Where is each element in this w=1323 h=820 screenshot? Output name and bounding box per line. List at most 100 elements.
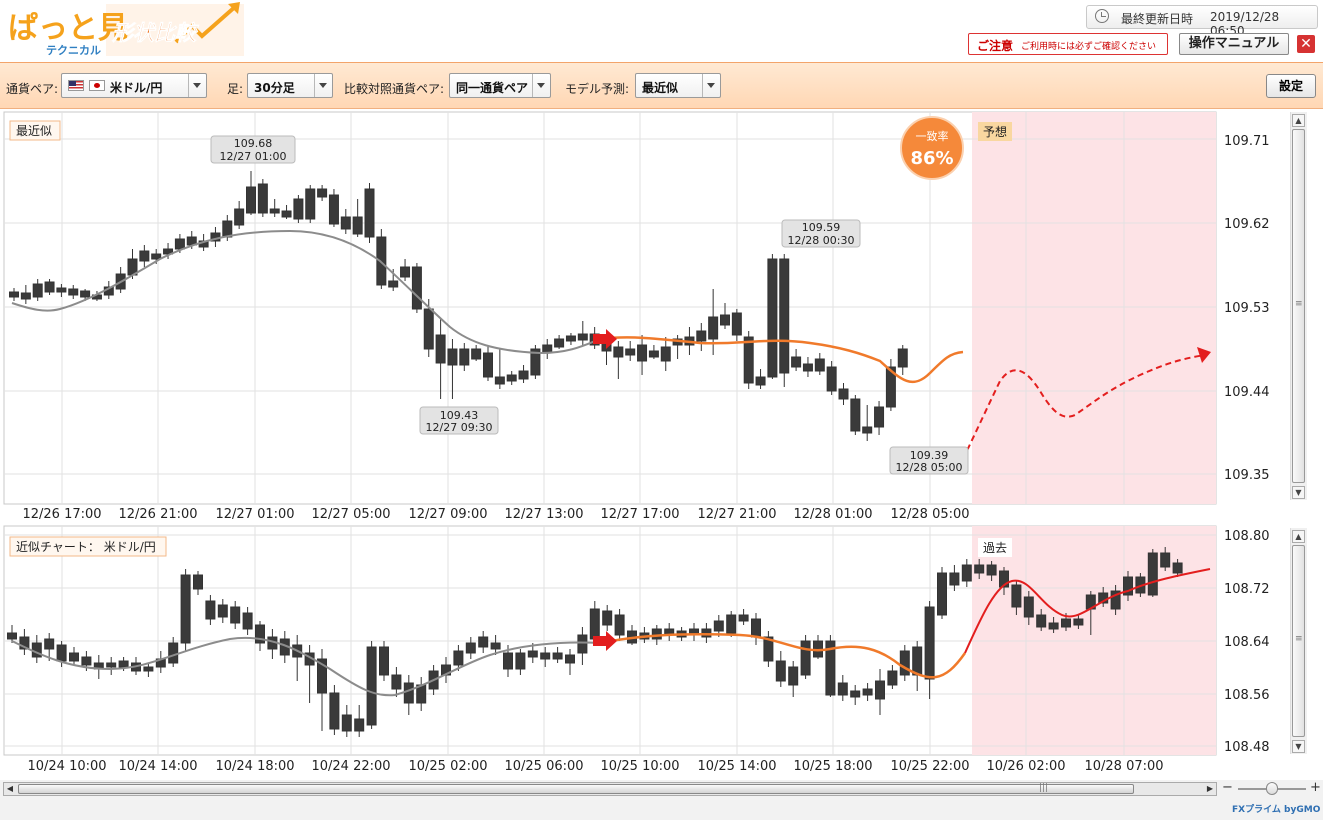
- top-vertical-scrollbar[interactable]: ▲ ▼: [1290, 112, 1307, 500]
- y-tick-label: 108.80: [1224, 529, 1270, 544]
- pair-value: 米ドル/円: [110, 81, 163, 95]
- candle-body: [791, 356, 802, 368]
- candle-body: [118, 660, 129, 668]
- zoom-slider[interactable]: − +: [1222, 780, 1322, 796]
- grip-icon: |||: [1039, 783, 1049, 793]
- forecast-tag: 予想: [978, 122, 1012, 141]
- x-tick-label: 12/27 05:00: [311, 507, 390, 522]
- candle-body: [912, 646, 923, 676]
- timeframe-label: 足:: [227, 82, 244, 96]
- candle-body: [1036, 614, 1047, 628]
- candle-body: [924, 606, 935, 680]
- candle-body: [139, 250, 150, 262]
- candle-body: [257, 183, 268, 214]
- candle-body: [589, 608, 600, 640]
- candle-body: [961, 564, 972, 582]
- candle-body: [708, 316, 719, 340]
- x-tick-label: 12/27 17:00: [600, 507, 679, 522]
- candle-body: [453, 650, 464, 666]
- scroll-thumb[interactable]: [1292, 129, 1305, 483]
- candle-body: [701, 628, 712, 638]
- candle-body: [552, 652, 563, 660]
- candle-body: [217, 604, 228, 618]
- candle-body: [423, 308, 434, 350]
- logo-feature-text: 形状比較: [111, 21, 200, 45]
- bottom-bar: ◀ ||| ▶ − + FXプライム byGMO: [0, 780, 1323, 820]
- scroll-right-icon[interactable]: ▶: [1204, 783, 1216, 795]
- scroll-down-icon[interactable]: ▼: [1292, 486, 1305, 499]
- x-tick-label: 10/25 14:00: [697, 759, 776, 774]
- x-tick-label: 12/26 21:00: [118, 507, 197, 522]
- horizontal-scrollbar[interactable]: ◀ ||| ▶: [3, 782, 1217, 796]
- close-icon[interactable]: ✕: [1297, 35, 1315, 53]
- y-tick-label: 108.72: [1224, 582, 1270, 597]
- candle-body: [874, 406, 885, 428]
- candle-body: [81, 656, 92, 666]
- candle-body: [602, 610, 613, 626]
- candle-body: [887, 670, 898, 686]
- candle-body: [1011, 584, 1022, 608]
- candle-body: [9, 291, 19, 298]
- approx-tag-label: 最近似: [16, 124, 52, 138]
- model-select[interactable]: 最近似: [635, 73, 721, 98]
- candle-body: [637, 344, 648, 362]
- zoom-in-icon[interactable]: +: [1310, 780, 1321, 795]
- candle-body: [713, 620, 724, 632]
- candle-body: [838, 388, 849, 400]
- candle-body: [80, 290, 91, 298]
- bottom-vertical-scrollbar[interactable]: ▲ ▼: [1290, 528, 1307, 754]
- zoom-out-icon[interactable]: −: [1222, 780, 1233, 795]
- pair-select[interactable]: 米ドル/円: [61, 73, 207, 98]
- brand-logo: FXプライム byGMO: [1232, 805, 1321, 815]
- model-value: 最近似: [642, 81, 679, 95]
- scroll-down-icon[interactable]: ▼: [1292, 740, 1305, 753]
- candle-body: [44, 281, 55, 293]
- compare-value: 同一通貨ペア: [456, 81, 529, 95]
- y-tick-label: 109.44: [1224, 385, 1270, 400]
- callout-time: 12/27 09:30: [426, 421, 493, 434]
- x-tick-label: 12/28 05:00: [890, 507, 969, 522]
- candle-body: [515, 652, 526, 670]
- candle-body: [720, 314, 730, 326]
- candle-body: [1073, 618, 1084, 626]
- jp-flag-icon: [89, 80, 105, 91]
- compare-select[interactable]: 同一通貨ペア: [449, 73, 551, 98]
- horizontal-scroll-thumb[interactable]: |||: [18, 783, 1134, 794]
- candle-body: [1048, 622, 1059, 630]
- y-tick-label: 109.53: [1224, 301, 1270, 316]
- candle-body: [565, 654, 575, 664]
- candle-body: [56, 644, 67, 662]
- candle-body: [180, 574, 191, 644]
- x-tick-label: 12/26 17:00: [22, 507, 101, 522]
- scroll-left-icon[interactable]: ◀: [4, 783, 16, 795]
- caution-text: ご利用時には必ずご確認ください: [1021, 42, 1157, 52]
- candle-body: [862, 426, 873, 434]
- manual-button[interactable]: 操作マニュアル: [1179, 33, 1289, 55]
- candle-body: [56, 287, 67, 293]
- zoom-handle[interactable]: [1266, 782, 1278, 795]
- candle-body: [7, 632, 17, 640]
- y-tick-label: 109.35: [1224, 468, 1270, 483]
- scroll-thumb[interactable]: [1292, 545, 1305, 737]
- candle-body: [364, 188, 375, 238]
- candle-body: [751, 618, 761, 638]
- candle-body: [205, 600, 216, 620]
- chevron-down-icon: [314, 74, 332, 97]
- candle-body: [850, 690, 861, 698]
- settings-button[interactable]: 設定: [1266, 74, 1316, 98]
- candle-body: [518, 370, 529, 380]
- scroll-up-icon[interactable]: ▲: [1292, 530, 1305, 543]
- candle-body: [648, 350, 659, 358]
- candle-body: [230, 606, 241, 624]
- model-label: モデル予測:: [565, 82, 630, 96]
- candle-body: [779, 258, 790, 374]
- candle-body: [738, 614, 749, 622]
- caution-button[interactable]: ご注意 ご利用時には必ずご確認ください: [968, 33, 1168, 55]
- scroll-up-icon[interactable]: ▲: [1292, 114, 1305, 127]
- callout-price: 109.59: [802, 221, 841, 234]
- candle-body: [788, 666, 799, 686]
- candle-body: [483, 352, 493, 378]
- timeframe-select[interactable]: 30分足: [247, 73, 333, 98]
- x-tick-label: 10/25 18:00: [793, 759, 872, 774]
- toolbar: 通貨ペア: 米ドル/円 足: 30分足 比較対照通貨ペア: 同一通貨ペア モデル…: [0, 62, 1323, 109]
